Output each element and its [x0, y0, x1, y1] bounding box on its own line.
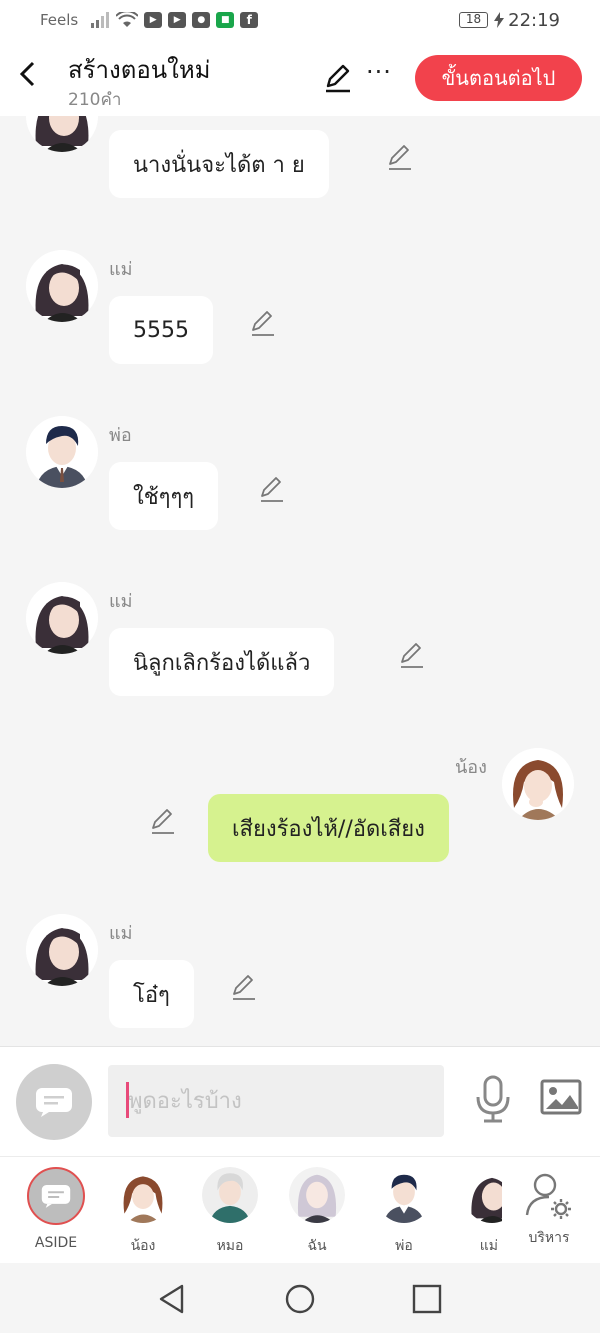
- status-bar: Feels ▶ ▶ ● ■ f 18 22:19: [0, 0, 600, 40]
- chat-area[interactable]: นางนั่นจะได้ต า ย แม่ 5555 พ่อ ใช้ๆๆๆ แม…: [0, 116, 600, 1046]
- doctor-avatar-icon: [202, 1167, 258, 1223]
- avatar: [115, 1167, 171, 1223]
- edit-message-icon[interactable]: [230, 974, 258, 1002]
- composer: [0, 1046, 600, 1156]
- header: สร้างตอนใหม่ 210คำ ··· ขั้นตอนต่อไป: [0, 40, 600, 116]
- character-bar: ASIDE น้อง หมอ ฉัน พ่อ แม่ บริหาร: [0, 1156, 600, 1263]
- character-me[interactable]: ฉัน: [282, 1167, 352, 1257]
- battery-level: 18: [458, 12, 489, 28]
- mom-avatar-icon: [26, 914, 98, 986]
- message-bubble[interactable]: 5555: [109, 296, 213, 364]
- nav-home-icon[interactable]: [284, 1283, 316, 1315]
- back-button[interactable]: [12, 56, 42, 92]
- manage-characters-button[interactable]: บริหาร: [513, 1167, 585, 1249]
- mom-avatar-icon: [26, 582, 98, 654]
- edit-message-icon[interactable]: [258, 476, 286, 504]
- mom-avatar-icon: [26, 116, 98, 152]
- message-bubble[interactable]: โอ๋ๆ: [109, 960, 194, 1028]
- avatar[interactable]: [26, 582, 98, 654]
- next-step-button[interactable]: ขั้นตอนต่อไป: [415, 55, 582, 101]
- dad-avatar-icon: [26, 416, 98, 488]
- page-title: สร้างตอนใหม่: [68, 56, 211, 84]
- image-icon[interactable]: [540, 1077, 582, 1117]
- sender-name: พ่อ: [109, 425, 132, 446]
- me-avatar-icon: [289, 1167, 345, 1223]
- avatar[interactable]: [502, 748, 574, 820]
- carrier-label: Feels: [40, 11, 79, 29]
- youtube-icon: ▶: [144, 12, 163, 28]
- mom-avatar-icon: [26, 250, 98, 322]
- aside-avatar: [27, 1167, 85, 1225]
- mom-avatar-icon: [464, 1167, 502, 1223]
- more-options-button[interactable]: ···: [366, 58, 392, 86]
- character-sister[interactable]: น้อง: [108, 1167, 178, 1257]
- avatar: [376, 1167, 432, 1223]
- character-label: บริหาร: [528, 1230, 570, 1246]
- user-settings-icon: [525, 1173, 571, 1219]
- chat-bubble-icon: [41, 1184, 71, 1208]
- text-caret: [126, 1082, 129, 1118]
- avatar[interactable]: [26, 914, 98, 986]
- sender-name: แม่: [109, 591, 133, 612]
- dad-avatar-icon: [376, 1167, 432, 1223]
- character-doctor[interactable]: หมอ: [195, 1167, 265, 1257]
- chat-bubble-icon: [36, 1088, 72, 1117]
- character-label: หมอ: [216, 1238, 244, 1254]
- character-label: ASIDE: [34, 1235, 78, 1251]
- microphone-icon[interactable]: [474, 1075, 512, 1123]
- message-bubble[interactable]: เสียงร้องไห้//อัดเสียง: [208, 794, 449, 862]
- sender-name: แม่: [109, 923, 133, 944]
- avatar[interactable]: [26, 250, 98, 322]
- avatar: [202, 1167, 258, 1223]
- edit-message-icon[interactable]: [249, 310, 277, 338]
- sister-avatar-icon: [115, 1167, 171, 1223]
- message-bubble[interactable]: นางนั่นจะได้ต า ย: [109, 130, 329, 198]
- sister-avatar-icon: [502, 748, 574, 820]
- facebook-icon: f: [240, 12, 259, 28]
- character-mom[interactable]: แม่: [454, 1167, 502, 1257]
- nav-recents-icon[interactable]: [411, 1283, 443, 1315]
- character-label: น้อง: [130, 1238, 156, 1254]
- edit-message-icon[interactable]: [386, 144, 414, 172]
- avatar[interactable]: [26, 116, 98, 152]
- app-notification-icon: ■: [216, 12, 235, 28]
- clock: 22:19: [508, 9, 560, 31]
- edit-message-icon[interactable]: [398, 642, 426, 670]
- word-count: 210คำ: [68, 90, 122, 110]
- wifi-icon: [116, 12, 139, 27]
- line-app-icon: ●: [192, 12, 211, 28]
- sender-name: แม่: [109, 259, 133, 280]
- sender-name: น้อง: [455, 757, 487, 778]
- character-label: พ่อ: [395, 1238, 413, 1254]
- character-label: แม่: [479, 1238, 498, 1254]
- avatar: [464, 1167, 502, 1223]
- character-aside[interactable]: ASIDE: [21, 1167, 91, 1251]
- aside-toggle-button[interactable]: [16, 1064, 92, 1140]
- back-arrow-icon: [19, 61, 35, 87]
- edit-title-icon[interactable]: [322, 62, 354, 94]
- signal-icon: [91, 12, 110, 28]
- message-bubble[interactable]: นิลูกเลิกร้องได้แล้ว: [109, 628, 335, 696]
- character-dad[interactable]: พ่อ: [369, 1167, 439, 1257]
- youtube-icon: ▶: [168, 12, 187, 28]
- message-bubble[interactable]: ใช้ๆๆๆ: [109, 462, 219, 530]
- nav-back-icon[interactable]: [156, 1283, 188, 1315]
- message-input[interactable]: [108, 1065, 444, 1137]
- edit-message-icon[interactable]: [149, 808, 177, 836]
- avatar: [289, 1167, 345, 1223]
- avatar[interactable]: [26, 416, 98, 488]
- character-label: ฉัน: [307, 1238, 327, 1254]
- charging-icon: [494, 12, 505, 28]
- system-nav-bar: [0, 1263, 600, 1333]
